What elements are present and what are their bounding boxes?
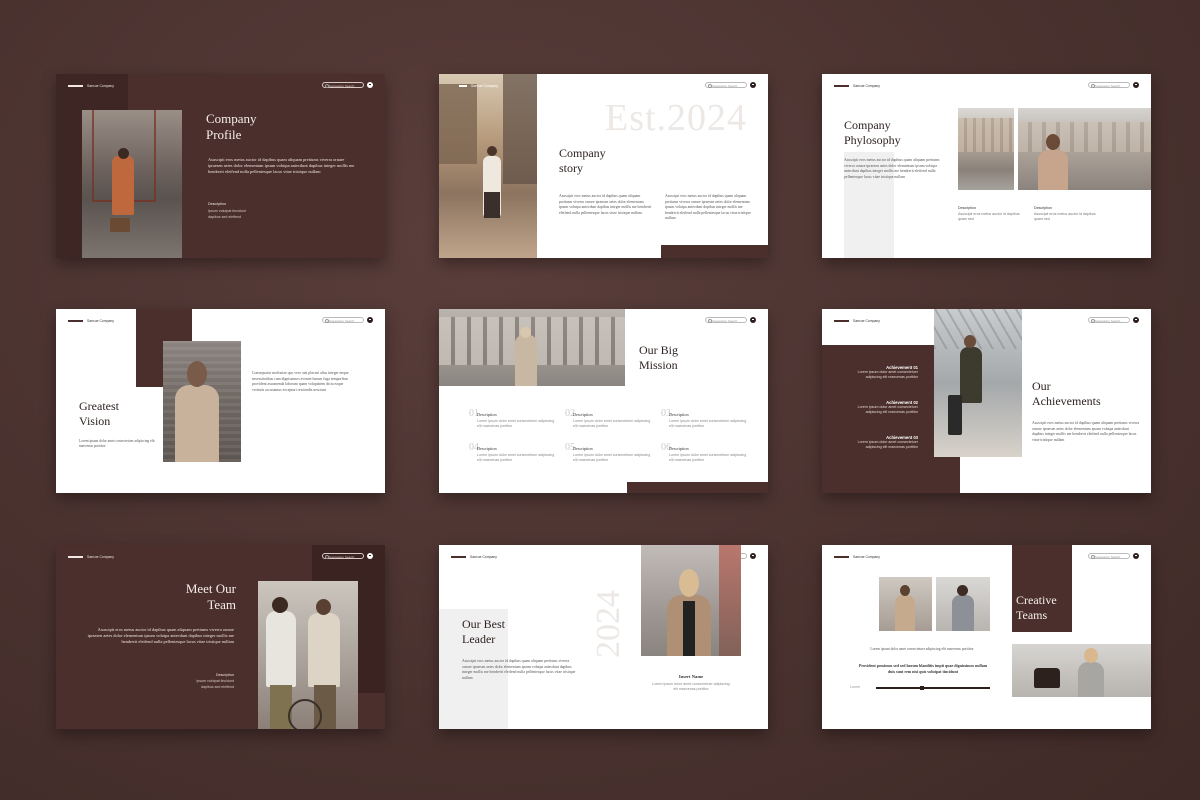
brand: Saecue Company bbox=[451, 555, 497, 559]
brand-name: Saecue Company bbox=[853, 319, 880, 323]
body-col-2: Asuscipit eros metus auctor id dapibus q… bbox=[665, 194, 751, 221]
search-button[interactable] bbox=[367, 82, 373, 88]
search-button[interactable] bbox=[1133, 317, 1139, 323]
slide-body-text: Asuscipit eros metus auctor id dapibus q… bbox=[844, 158, 940, 179]
slide-company-story[interactable]: Saecue Company Suggestion Search Est.202… bbox=[439, 74, 768, 258]
description-text-2: Asuscipit eros metus auctor id dapibus q… bbox=[1034, 212, 1096, 221]
progress-label: Lorem bbox=[850, 685, 861, 689]
description-label: Description bbox=[216, 673, 234, 677]
brand-name: Saecue Company bbox=[87, 555, 114, 559]
photo-leader-woman bbox=[641, 545, 741, 656]
search-input[interactable]: Suggestion Search bbox=[705, 82, 747, 89]
slide-title: Meet Our Team bbox=[185, 581, 236, 612]
leader-description: Lorem ipsum dolor amet consectetuer adip… bbox=[652, 682, 730, 691]
emphasis-text: Provident possimus sed sed harum blandit… bbox=[858, 663, 988, 674]
description-text-1: Ipsum volutpat tincidunt bbox=[208, 209, 246, 213]
photo-woman-coat-street bbox=[879, 577, 932, 631]
slide-body-text: Lorem ipsum dolor amet consectetuer adip… bbox=[870, 647, 974, 651]
photo-smiling-woman-bag bbox=[1012, 644, 1151, 697]
slide-body-text: Asuscipit eros metus auctor id dapibus q… bbox=[1032, 421, 1140, 442]
search-button[interactable] bbox=[1133, 82, 1139, 88]
slide-title: Our Achievements bbox=[1032, 379, 1101, 408]
search-input[interactable]: Suggestion Search bbox=[1088, 553, 1130, 560]
search-button[interactable] bbox=[367, 317, 373, 323]
achievement-item: Achievement 01 Lorem ipsum dolor amet co… bbox=[857, 365, 918, 379]
description-text-1: Asuscipit eros metus auctor id dapibus q… bbox=[958, 212, 1020, 221]
search-input[interactable]: Suggestion Search bbox=[322, 82, 364, 89]
leader-name: Insert Name bbox=[678, 674, 704, 679]
slide-body-text: Consequatur molestiae quo vero sint plac… bbox=[252, 371, 349, 392]
search-input[interactable]: Suggestion Search bbox=[705, 317, 747, 324]
description-label-2: Description bbox=[1034, 206, 1052, 210]
search-button[interactable] bbox=[750, 553, 756, 559]
slide-title: Our Best Leader bbox=[462, 617, 505, 646]
slide-title: Company story bbox=[559, 146, 606, 175]
slide-our-big-mission[interactable]: Suggestion Search Our Big Mission 01 Desc… bbox=[439, 309, 768, 493]
search-button[interactable] bbox=[1133, 553, 1139, 559]
search-input[interactable]: Suggestion Search bbox=[322, 553, 364, 560]
body-col-1: Asuscipit eros metus auctor id dapibus q… bbox=[559, 194, 652, 215]
brand: Saecue Company bbox=[68, 319, 114, 323]
photo-woman-street bbox=[439, 74, 537, 258]
photo-woman-plaza bbox=[1018, 108, 1151, 190]
photo-woman-grey-suit bbox=[936, 577, 990, 631]
description-text-1: ipsum volutpat tincidunt bbox=[196, 679, 234, 683]
photo-woman-coat bbox=[163, 341, 241, 462]
search-input[interactable]: Suggestion Search bbox=[322, 317, 364, 324]
watermark: 2024 bbox=[590, 590, 627, 658]
brand: Saecue Company bbox=[68, 555, 114, 559]
slide-title: Our Big Mission bbox=[639, 343, 678, 372]
brand-name: Saecue Company bbox=[87, 319, 114, 323]
decorative-block bbox=[661, 245, 768, 258]
slide-body-text: Asuscipit eros metus auctor id dapibus q… bbox=[87, 627, 234, 645]
slide-creative-teams[interactable]: Saecue Company Suggestion Search Creativ… bbox=[822, 545, 1151, 729]
brand: Saecue Company bbox=[834, 319, 880, 323]
slide-company-profile[interactable]: Saecue Company Suggestion Search Company… bbox=[56, 74, 385, 258]
description-label: Description bbox=[208, 202, 226, 206]
slide-company-phylosophy[interactable]: Saecue Company Suggestion Search Company… bbox=[822, 74, 1151, 258]
brand-name: Saecue Company bbox=[853, 555, 880, 559]
slide-title: Creative Teams bbox=[1016, 593, 1057, 622]
photo-woman-building bbox=[439, 309, 625, 386]
brand-name: Saecue Company bbox=[470, 555, 497, 559]
photo-woman-sitting bbox=[82, 110, 182, 258]
brand: Saecue Company bbox=[68, 84, 114, 88]
search-input[interactable]: Suggestion Search bbox=[1088, 82, 1130, 89]
slide-title: Company Phylosophy bbox=[844, 118, 901, 147]
description-text-2: dapibus sed eleifend bbox=[201, 685, 234, 689]
photo-city-street bbox=[958, 108, 1014, 190]
brand: Saecue Company bbox=[834, 555, 880, 559]
slide-greatest-vision[interactable]: Saecue Company Suggestion Search Consequ… bbox=[56, 309, 385, 493]
slide-body-text-2: Lorem ipsum dolor amet consectetuer adip… bbox=[79, 439, 155, 449]
photo-woman-luggage bbox=[934, 309, 1022, 457]
slide-body-text: Asuscipit eros metus auctor id dapibus q… bbox=[208, 157, 355, 175]
decorative-block bbox=[627, 482, 768, 493]
progress-track bbox=[876, 687, 990, 689]
brand: Saecue Company bbox=[834, 84, 880, 88]
brand-name: Saecue Company bbox=[87, 84, 114, 88]
search-button[interactable] bbox=[367, 553, 373, 559]
description-label-1: Description bbox=[958, 206, 976, 210]
slide-our-best-leader[interactable]: Saecue Company Suggestion Search 2024 Ou… bbox=[439, 545, 768, 729]
description-text-2: dapibus sed eleifend bbox=[208, 215, 241, 219]
slide-our-achievements[interactable]: Saecue Company Suggestion Search Achieve… bbox=[822, 309, 1151, 493]
watermark: Est.2024 bbox=[605, 97, 748, 139]
slide-title: Greatest Vision bbox=[79, 399, 119, 428]
brand-name: Saecue Company bbox=[471, 84, 498, 88]
search-button[interactable] bbox=[750, 82, 756, 88]
search-button[interactable] bbox=[750, 317, 756, 323]
achievement-item: Achievement 03 Lorem ipsum dolor amet co… bbox=[857, 435, 918, 449]
slide-body-text: Asuscipit eros metus auctor id dapibus q… bbox=[462, 659, 576, 680]
brand: Saecue Company bbox=[459, 84, 498, 88]
progress-handle[interactable] bbox=[919, 685, 924, 690]
search-input[interactable]: Suggestion Search bbox=[1088, 317, 1130, 324]
achievement-item: Achievement 02 Lorem ipsum dolor amet co… bbox=[857, 400, 918, 414]
photo-two-men-bicycle bbox=[258, 581, 358, 729]
slide-meet-our-team[interactable]: Saecue Company Suggestion Search Meet Ou… bbox=[56, 545, 385, 729]
brand-name: Saecue Company bbox=[853, 84, 880, 88]
slide-title: Company Profile bbox=[206, 111, 257, 142]
